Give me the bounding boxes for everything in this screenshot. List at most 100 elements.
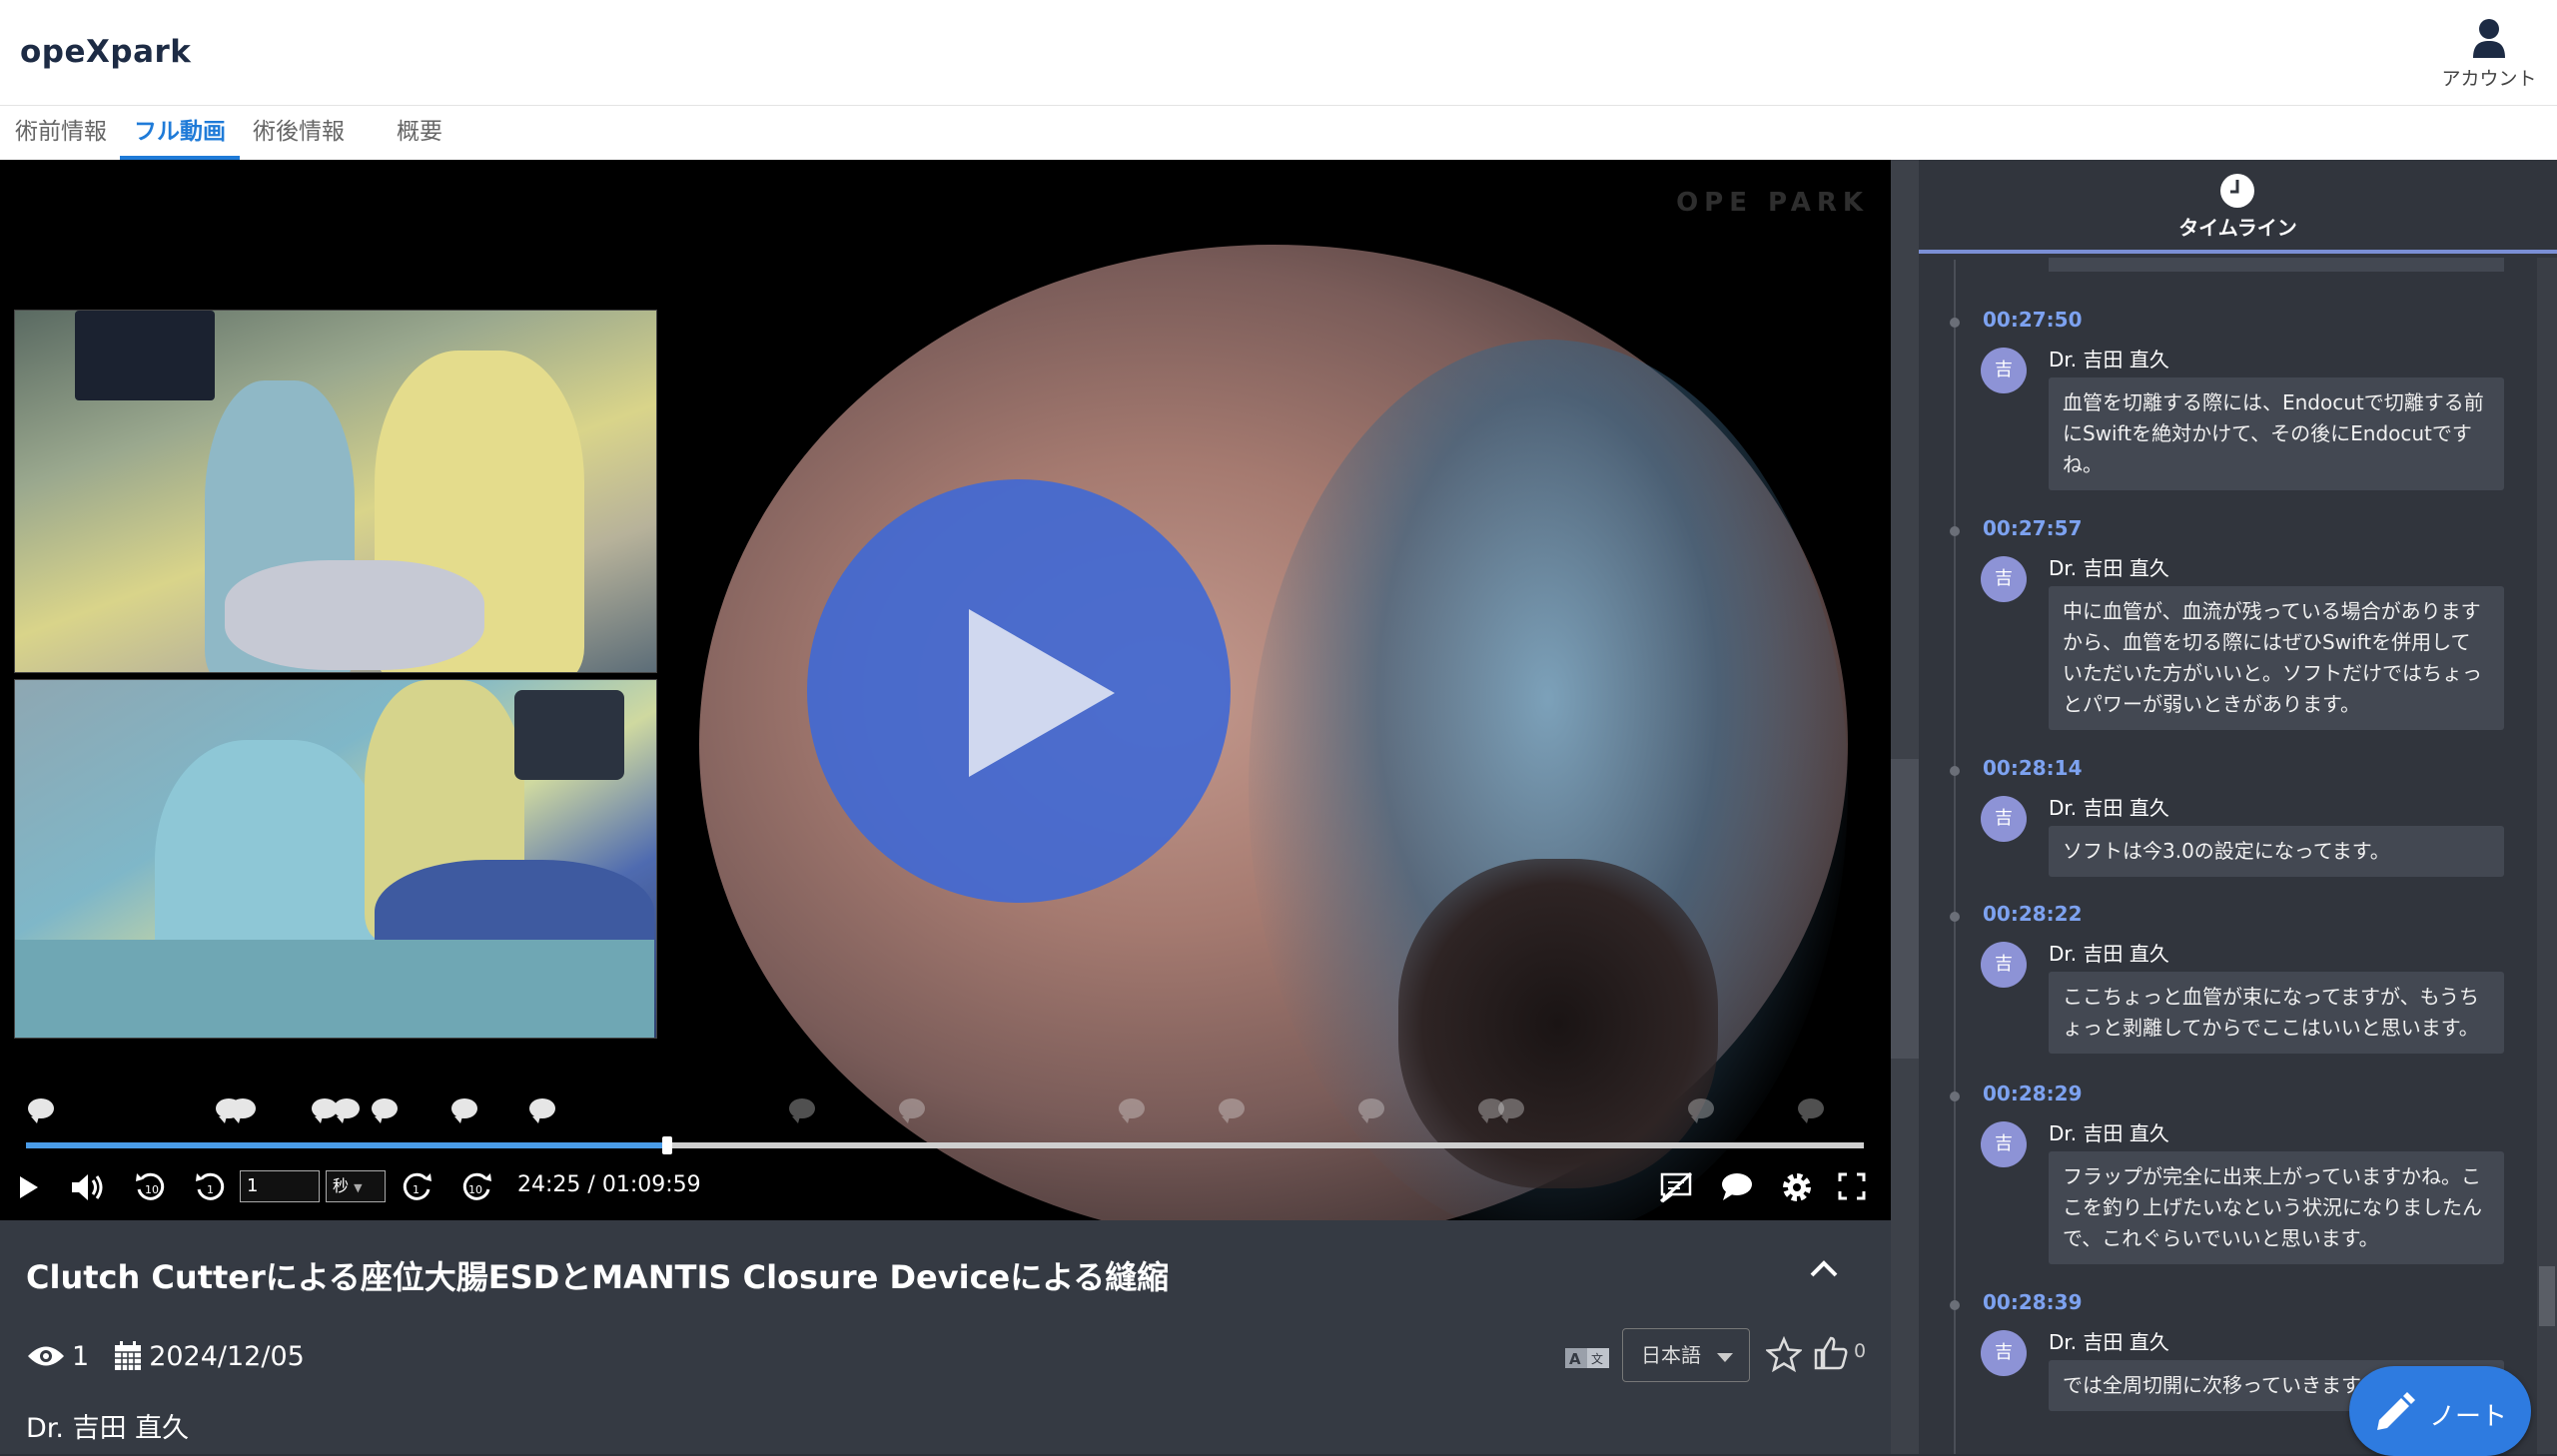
previous-comment-fragment (2049, 258, 2504, 272)
avatar: 吉 (1981, 1121, 2027, 1167)
comment-marker[interactable] (529, 1098, 555, 1123)
comment-marker[interactable] (899, 1098, 925, 1123)
entry-timestamp[interactable]: 00:27:50 (1983, 308, 2083, 332)
operating-room-camera-bottom (14, 679, 657, 1039)
entry-timestamp[interactable]: 00:28:22 (1983, 902, 2083, 926)
favorite-star-icon[interactable] (1766, 1336, 1802, 1372)
page-scrollbar[interactable] (1891, 160, 1919, 1454)
comment-marker[interactable] (334, 1098, 360, 1123)
svg-text:A: A (1569, 1350, 1581, 1368)
entry-timestamp[interactable]: 00:28:39 (1983, 1290, 2083, 1314)
timeline-scrollbar[interactable] (2537, 258, 2557, 1454)
svg-text:文: 文 (1591, 1351, 1603, 1366)
svg-text:10: 10 (145, 1183, 159, 1196)
like-thumb-icon[interactable] (1812, 1334, 1850, 1372)
publish-date: 2024/12/05 (149, 1340, 305, 1372)
app-logo[interactable]: opeXpark (20, 34, 191, 70)
comment-marker[interactable] (230, 1098, 256, 1123)
progress-fill (26, 1142, 668, 1148)
timeline-dot (1950, 766, 1960, 776)
comment-icon[interactable] (1720, 1172, 1754, 1202)
entry-text: フラップが完全に出来上がっていますかね。ここを釣り上げたいなという状況になりまし… (2049, 1151, 2504, 1264)
video-author[interactable]: Dr. 吉田 直久 (26, 1406, 189, 1445)
seek-step-input[interactable]: 1 (240, 1170, 320, 1202)
account-button[interactable]: アカウント (2439, 18, 2539, 91)
comment-marker[interactable] (1688, 1098, 1714, 1123)
entry-text: 中に血管が、血流が残っている場合がありますから、血管を切る際にはぜひSwiftを… (2049, 586, 2504, 730)
comment-marker[interactable] (1219, 1098, 1245, 1123)
big-play-button[interactable] (807, 479, 1231, 903)
app-header: opeXpark アカウント (0, 0, 2557, 106)
rewind-large-icon[interactable]: 10 (134, 1170, 168, 1204)
svg-text:1: 1 (413, 1183, 420, 1196)
view-count: 1 (72, 1340, 90, 1372)
chevron-up-icon[interactable] (1809, 1258, 1839, 1278)
entry-author: Dr. 吉田 直久 (2049, 942, 2169, 966)
like-count: 0 (1854, 1340, 1867, 1362)
play-icon[interactable] (18, 1174, 40, 1200)
play-icon (969, 609, 1115, 777)
comment-marker[interactable] (1798, 1098, 1824, 1123)
forward-small-icon[interactable]: 1 (400, 1170, 433, 1204)
settings-gear-icon[interactable] (1780, 1170, 1814, 1204)
time-display: 24:25 / 01:09:59 (517, 1172, 701, 1197)
timeline-scrollbar-thumb[interactable] (2539, 1266, 2555, 1326)
seek-unit-value: 秒 (333, 1176, 350, 1195)
comment-marker[interactable] (789, 1098, 815, 1123)
avatar: 吉 (1981, 796, 2027, 842)
timeline-header[interactable]: タイムライン (1919, 160, 2557, 254)
eye-icon (28, 1346, 64, 1366)
avatar: 吉 (1981, 942, 2027, 988)
timeline-title: タイムライン (2178, 216, 2297, 240)
entry-timestamp[interactable]: 00:28:14 (1983, 756, 2083, 780)
chevron-down-icon: ▼ (354, 1181, 363, 1194)
entry-author: Dr. 吉田 直久 (2049, 556, 2169, 580)
forward-large-icon[interactable]: 10 (459, 1170, 493, 1204)
seek-unit-select[interactable]: 秒 ▼ (326, 1170, 386, 1202)
comment-marker[interactable] (28, 1098, 54, 1123)
comment-marker[interactable] (372, 1098, 398, 1123)
user-icon (2473, 19, 2505, 58)
tab-full-video[interactable]: フル動画 (120, 106, 240, 160)
operating-room-camera-top (14, 310, 657, 673)
video-title: Clutch Cutterによる座位大腸ESDとMANTIS Closure D… (26, 1258, 1170, 1296)
endoscope-shadow (1398, 859, 1718, 1188)
entry-text: ここちょっと血管が束になってますが、もうちょっと剥離してからでここはいいと思いま… (2049, 972, 2504, 1054)
page-scrollbar-thumb[interactable] (1891, 759, 1919, 1059)
language-select[interactable]: 日本語 (1622, 1328, 1750, 1382)
entry-text: 血管を切離する際には、Endocutで切離する前にSwiftを絶対かけて、その後… (2049, 377, 2504, 490)
comments-hidden-icon[interactable] (1658, 1170, 1694, 1204)
comment-marker[interactable] (1358, 1098, 1384, 1123)
svg-text:10: 10 (468, 1183, 482, 1196)
svg-text:1: 1 (207, 1183, 214, 1196)
comment-marker[interactable] (1498, 1098, 1524, 1123)
pencil-icon (2377, 1392, 2415, 1430)
fullscreen-icon[interactable] (1838, 1172, 1866, 1200)
entry-author: Dr. 吉田 直久 (2049, 348, 2169, 371)
video-player[interactable]: OPE PARK 10 1 1 秒 ▼ 1 10 24:25 / 01:09:5… (0, 160, 1891, 1220)
tab-preop-info[interactable]: 術前情報 (6, 106, 116, 160)
comment-marker[interactable] (1119, 1098, 1145, 1123)
progress-bar[interactable] (26, 1136, 1864, 1154)
tab-bar: 術前情報 フル動画 術後情報 概要 (0, 106, 2557, 160)
time-separator: / (587, 1172, 595, 1197)
comment-marker[interactable] (451, 1098, 477, 1123)
timeline-dot (1950, 318, 1960, 328)
calendar-icon (115, 1341, 142, 1370)
volume-icon[interactable] (70, 1172, 106, 1202)
current-time: 24:25 (517, 1172, 581, 1197)
translate-icon: A文 (1565, 1348, 1609, 1368)
timeline-dot (1950, 1092, 1960, 1101)
account-label: アカウント (2441, 68, 2537, 90)
entry-text: ソフトは今3.0の設定になってます。 (2049, 826, 2504, 877)
entry-timestamp[interactable]: 00:28:29 (1983, 1082, 2083, 1105)
progress-handle[interactable] (662, 1136, 673, 1154)
video-watermark: OPE PARK (1676, 188, 1869, 218)
avatar: 吉 (1981, 348, 2027, 393)
entry-timestamp[interactable]: 00:27:57 (1983, 516, 2083, 540)
note-button[interactable]: ノート (2349, 1366, 2531, 1456)
tab-summary[interactable]: 概要 (380, 106, 459, 160)
tab-postop-info[interactable]: 術後情報 (244, 106, 354, 160)
timeline-dot (1950, 912, 1960, 922)
rewind-small-icon[interactable]: 1 (194, 1170, 228, 1204)
